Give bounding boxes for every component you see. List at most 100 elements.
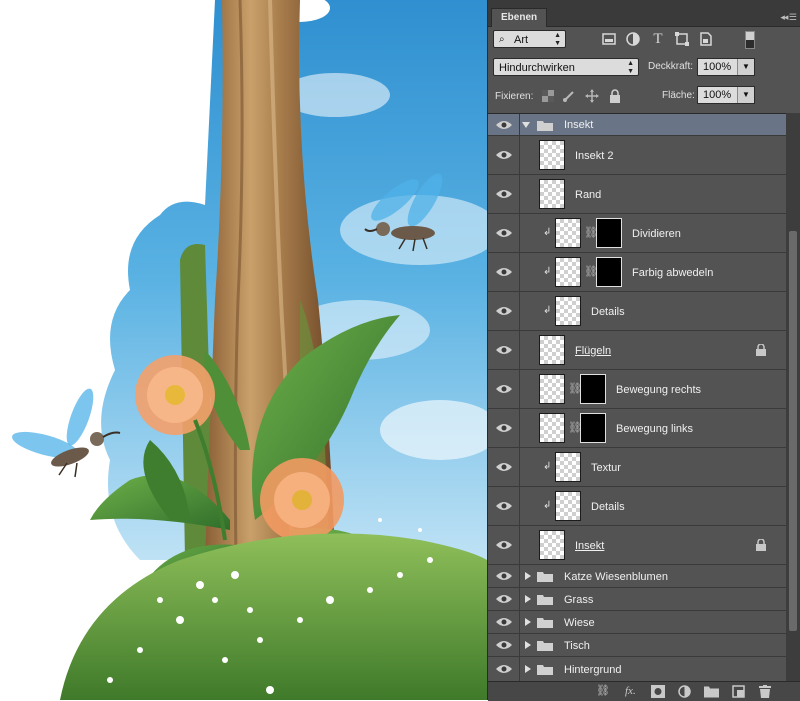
layer-thumbnail	[555, 491, 581, 521]
layer-row[interactable]: ↲ Textur	[488, 448, 786, 487]
layer-row[interactable]: Flügeln	[488, 331, 786, 370]
layer-thumbnail	[539, 530, 565, 560]
layer-row-group[interactable]: Tisch	[488, 634, 786, 657]
expand-triangle-icon[interactable]	[522, 122, 530, 128]
layers-scrollbar[interactable]	[786, 113, 800, 681]
layer-row[interactable]: Insekt	[488, 526, 786, 565]
layer-name: Insekt 2	[575, 150, 614, 162]
eye-icon[interactable]	[495, 616, 513, 628]
layer-thumbnail	[539, 179, 565, 209]
layer-name: Tisch	[564, 640, 590, 652]
panel-tab-bar: Ebenen ◂◂ ☰	[488, 0, 800, 27]
eye-icon[interactable]	[495, 461, 513, 473]
eye-icon[interactable]	[495, 227, 513, 239]
opacity-value: 100%	[703, 61, 732, 73]
layer-row[interactable]: ↲ Details	[488, 487, 786, 526]
filter-smart-object-icon[interactable]	[698, 31, 714, 47]
layer-name: Textur	[591, 462, 621, 474]
lock-image-pixels-icon[interactable]	[562, 89, 576, 103]
lock-label: Fixieren:	[495, 91, 534, 102]
layer-mask-thumbnail[interactable]	[596, 257, 622, 287]
scrollbar-thumb[interactable]	[789, 231, 797, 631]
panel-menu-icon[interactable]: ◂◂ ☰	[780, 12, 797, 23]
grass-hill	[60, 533, 487, 700]
eye-icon[interactable]	[495, 422, 513, 434]
blend-mode-dropdown[interactable]: Hindurchwirken ▲ ▼	[493, 58, 639, 76]
mask-icon[interactable]	[651, 685, 665, 698]
filter-kind-dropdown[interactable]: ⌕ Art ▲ ▼	[493, 30, 566, 48]
layer-row-group[interactable]: Hintergrund	[488, 657, 786, 682]
expand-triangle-icon[interactable]	[525, 641, 531, 649]
filter-adjustment-icon[interactable]	[625, 31, 641, 47]
new-layer-icon[interactable]	[732, 685, 745, 698]
lock-position-icon[interactable]	[585, 89, 599, 103]
layer-thumbnail	[539, 413, 565, 443]
eye-icon[interactable]	[495, 344, 513, 356]
filter-toggle-switch[interactable]	[745, 31, 755, 49]
eye-icon[interactable]	[495, 383, 513, 395]
layer-mask-thumbnail[interactable]	[580, 374, 606, 404]
adjustment-icon[interactable]	[678, 685, 691, 698]
fill-field[interactable]: 100% ▼	[697, 86, 755, 104]
expand-triangle-icon[interactable]	[525, 572, 531, 580]
fx-icon[interactable]: fx.	[625, 685, 636, 698]
orange-flower	[260, 458, 344, 542]
layers-bottom-toolbar: ⛓ fx.	[488, 681, 800, 701]
layer-row[interactable]: ↲ ⛓ Dividieren	[488, 214, 786, 253]
filter-kind-value: Art	[514, 34, 529, 46]
layer-name: Dividieren	[632, 228, 681, 240]
layer-mask-thumbnail[interactable]	[596, 218, 622, 248]
layer-row[interactable]: Insekt 2	[488, 136, 786, 175]
chevron-down-icon[interactable]: ▼	[737, 59, 754, 75]
eye-icon[interactable]	[495, 305, 513, 317]
layer-row[interactable]: ↲ ⛓ Farbig abwedeln	[488, 253, 786, 292]
layer-row-group[interactable]: Wiese	[488, 611, 786, 634]
expand-triangle-icon[interactable]	[525, 595, 531, 603]
eye-icon[interactable]	[495, 539, 513, 551]
lock-all-icon[interactable]	[609, 89, 621, 103]
eye-icon[interactable]	[495, 266, 513, 278]
folder-icon[interactable]	[704, 685, 719, 698]
eye-icon[interactable]	[495, 500, 513, 512]
eye-icon[interactable]	[495, 570, 513, 582]
layer-row[interactable]: ⛓ Bewegung links	[488, 409, 786, 448]
layer-name: Insekt	[575, 540, 605, 552]
layer-name: Details	[591, 306, 625, 318]
clipping-mask-icon: ↲	[543, 500, 552, 511]
layer-name: Wiese	[564, 617, 595, 629]
layer-row[interactable]: ↲ Details	[488, 292, 786, 331]
filter-type-icon[interactable]: T	[650, 31, 666, 47]
eye-icon[interactable]	[495, 639, 513, 651]
trash-icon[interactable]	[759, 685, 771, 698]
layer-thumbnail	[539, 140, 565, 170]
layer-row[interactable]: ⛓ Bewegung rechts	[488, 370, 786, 409]
layer-thumbnail	[555, 296, 581, 326]
layer-row-group[interactable]: Grass	[488, 588, 786, 611]
chevron-down-icon[interactable]: ▼	[737, 87, 754, 103]
filter-shape-icon[interactable]	[674, 31, 690, 47]
eye-icon[interactable]	[495, 593, 513, 605]
layer-name: Bewegung rechts	[616, 384, 701, 396]
folder-icon	[537, 665, 553, 675]
eye-icon[interactable]	[495, 188, 513, 200]
expand-triangle-icon[interactable]	[525, 618, 531, 626]
eye-icon[interactable]	[495, 119, 513, 131]
layer-mask-thumbnail[interactable]	[580, 413, 606, 443]
layer-row-group[interactable]: Katze Wiesenblumen	[488, 565, 786, 588]
lock-icon	[756, 344, 766, 356]
lock-transparency-icon[interactable]	[542, 90, 554, 102]
layer-row-group-insekt[interactable]: Insekt	[488, 114, 786, 136]
tab-layers[interactable]: Ebenen	[491, 8, 548, 27]
eye-icon[interactable]	[495, 149, 513, 161]
layer-name: Flügeln	[575, 345, 612, 357]
link-icon[interactable]: ⛓	[596, 685, 610, 698]
eye-icon[interactable]	[495, 663, 513, 675]
layer-name: Bewegung links	[616, 423, 694, 435]
filter-pixel-icon[interactable]	[601, 31, 617, 47]
layer-row[interactable]: Rand	[488, 175, 786, 214]
expand-triangle-icon[interactable]	[525, 665, 531, 673]
layer-name: Insekt	[564, 119, 594, 131]
opacity-field[interactable]: 100% ▼	[697, 58, 755, 76]
document-canvas[interactable]	[0, 0, 487, 700]
illustration	[12, 0, 487, 700]
